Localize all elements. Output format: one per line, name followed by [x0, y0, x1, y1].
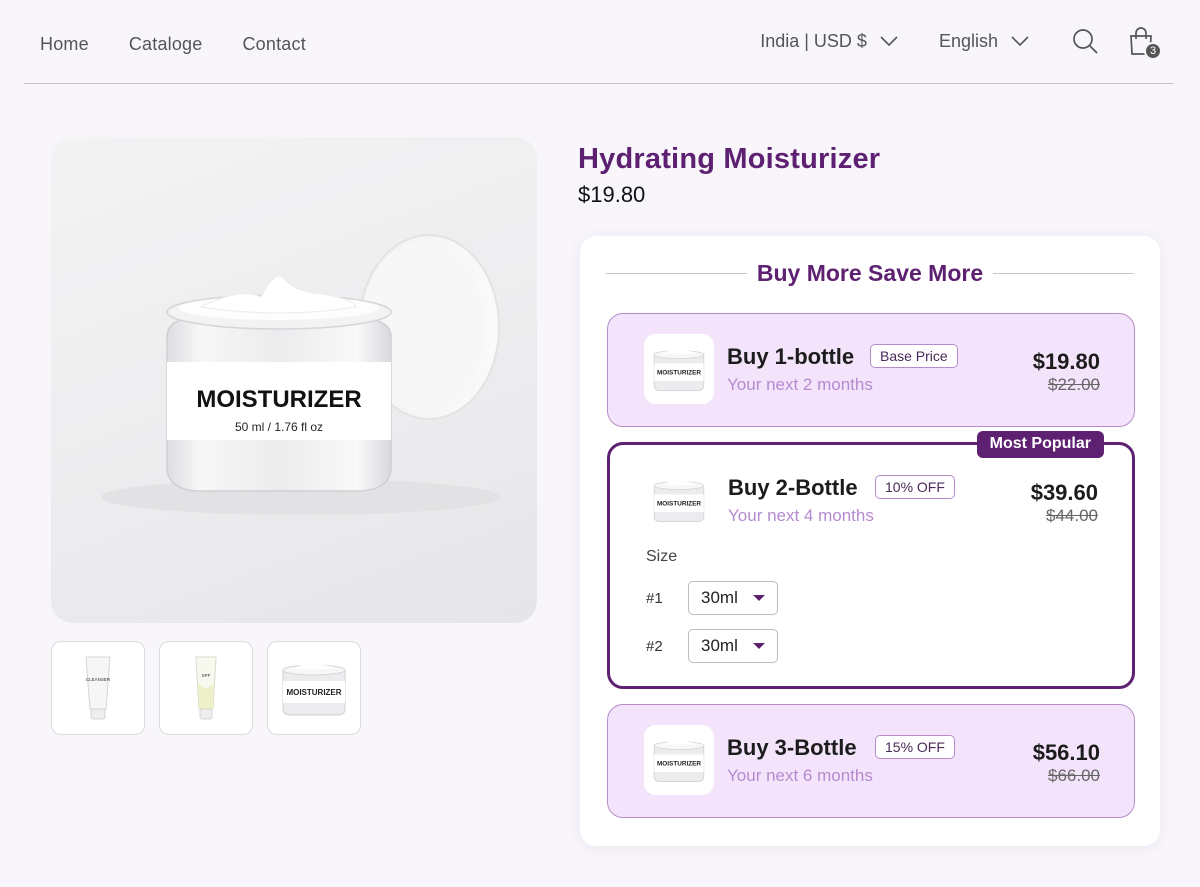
moisturizer-jar-image: MOISTURIZER: [653, 738, 705, 782]
jar-label-text: MOISTURIZER: [657, 501, 701, 508]
size-select-1[interactable]: 30ml: [688, 581, 778, 615]
thumbnail-moisturizer[interactable]: MOISTURIZER: [267, 641, 361, 735]
offer-subtitle: Your next 2 months: [727, 375, 873, 394]
offer-buy-3[interactable]: MOISTURIZER Buy 3-Bottle 15% OFF Your ne…: [607, 704, 1135, 818]
spf-tube-image: SPF: [195, 656, 217, 720]
cleanser-tube-image: CLEANSER: [85, 656, 111, 720]
divider: [993, 273, 1134, 274]
thumbnail-strip: CLEANSER SPF MOISTURIZER: [51, 641, 361, 735]
language-selector[interactable]: English: [939, 31, 1030, 52]
jar-label-text: MOISTURIZER: [196, 386, 361, 413]
language-label: English: [938, 30, 998, 51]
jar-label-text: MOISTURIZER: [657, 370, 701, 377]
moisturizer-jar-image: MOISTURIZER 50 ml / 1.76 fl oz: [101, 234, 501, 515]
offer-price: $56.10: [1032, 740, 1100, 765]
product-price: $19.80: [578, 182, 646, 207]
offer-compare-price: $22.00: [1048, 375, 1100, 394]
offer-price: $39.60: [1030, 480, 1098, 505]
offer-compare-price: $44.00: [1046, 506, 1098, 525]
offer-product-image: MOISTURIZER: [644, 725, 714, 795]
chevron-down-icon: [1011, 36, 1029, 47]
caret-down-icon: [753, 643, 765, 649]
search-button[interactable]: [1070, 26, 1100, 56]
offer-price: $19.80: [1032, 349, 1100, 374]
offer-title: Buy 1-bottle: [727, 344, 855, 369]
offer-title: Buy 3-Bottle: [727, 735, 857, 760]
offer-product-image: MOISTURIZER: [644, 334, 714, 404]
variant-number: #2: [646, 637, 663, 655]
main-nav: Home Cataloge Contact: [40, 34, 306, 55]
offer-tag: 15% OFF: [875, 735, 955, 759]
cart-count-badge: 3: [1144, 42, 1162, 60]
offer-buy-1[interactable]: MOISTURIZER Buy 1-bottle Base Price Your…: [607, 313, 1135, 427]
thumbnail-spf[interactable]: SPF: [159, 641, 253, 735]
size-select-value: 30ml: [701, 588, 738, 607]
nav-home-link[interactable]: Home: [40, 34, 89, 55]
offer-buy-2[interactable]: Most Popular MOISTURIZER Buy 2-Bottle 10…: [607, 431, 1135, 689]
size-label: Size: [646, 548, 678, 565]
caret-down-icon: [753, 595, 765, 601]
offer-compare-price: $66.00: [1048, 766, 1100, 785]
thumb-label: MOISTURIZER: [286, 688, 341, 697]
offer-tag: Base Price: [870, 344, 958, 368]
product-title: Hydrating Moisturizer: [578, 143, 881, 175]
offer-title: Buy 2-Bottle: [728, 475, 858, 500]
most-popular-badge: Most Popular: [976, 431, 1104, 458]
offer-tag: 10% OFF: [875, 475, 955, 499]
site-header: Home Cataloge Contact India | USD $ Engl…: [24, 0, 1174, 84]
size-select-value: 30ml: [701, 636, 738, 655]
moisturizer-jar-image: MOISTURIZER: [653, 478, 705, 522]
nav-catalog-link[interactable]: Cataloge: [129, 34, 203, 55]
jar-label-text: MOISTURIZER: [657, 761, 701, 768]
moisturizer-jar-thumb-image: MOISTURIZER: [282, 661, 346, 716]
search-icon: [1073, 29, 1098, 54]
jar-size-text: 50 ml / 1.76 fl oz: [235, 420, 323, 434]
divider: [606, 273, 747, 274]
region-selector[interactable]: India | USD $: [760, 31, 899, 52]
variant-number: #1: [646, 589, 663, 607]
header-actions: India | USD $ English 3: [760, 26, 1162, 60]
size-select-2[interactable]: 30ml: [688, 629, 778, 663]
bundle-offers-card: Buy More Save More MOISTURIZER Buy 1-bot…: [580, 236, 1160, 846]
thumb-label: SPF: [202, 673, 211, 678]
offer-product-image: MOISTURIZER: [644, 465, 714, 535]
product-main-image[interactable]: MOISTURIZER 50 ml / 1.76 fl oz: [51, 137, 537, 623]
variant-row-1: #1 30ml: [646, 581, 778, 615]
offer-subtitle: Your next 6 months: [727, 766, 873, 785]
nav-contact-link[interactable]: Contact: [242, 34, 305, 55]
chevron-down-icon: [880, 36, 898, 47]
region-label: India | USD $: [760, 30, 867, 51]
offer-subtitle: Your next 4 months: [728, 506, 874, 525]
thumbnail-cleanser[interactable]: CLEANSER: [51, 641, 145, 735]
cart-button[interactable]: 3: [1126, 26, 1162, 60]
bundle-heading-text: Buy More Save More: [756, 260, 984, 286]
variant-row-2: #2 30ml: [646, 629, 778, 663]
thumb-label: CLEANSER: [86, 677, 111, 682]
moisturizer-jar-image: MOISTURIZER: [653, 347, 705, 391]
bundle-heading: Buy More Save More: [606, 260, 1134, 287]
